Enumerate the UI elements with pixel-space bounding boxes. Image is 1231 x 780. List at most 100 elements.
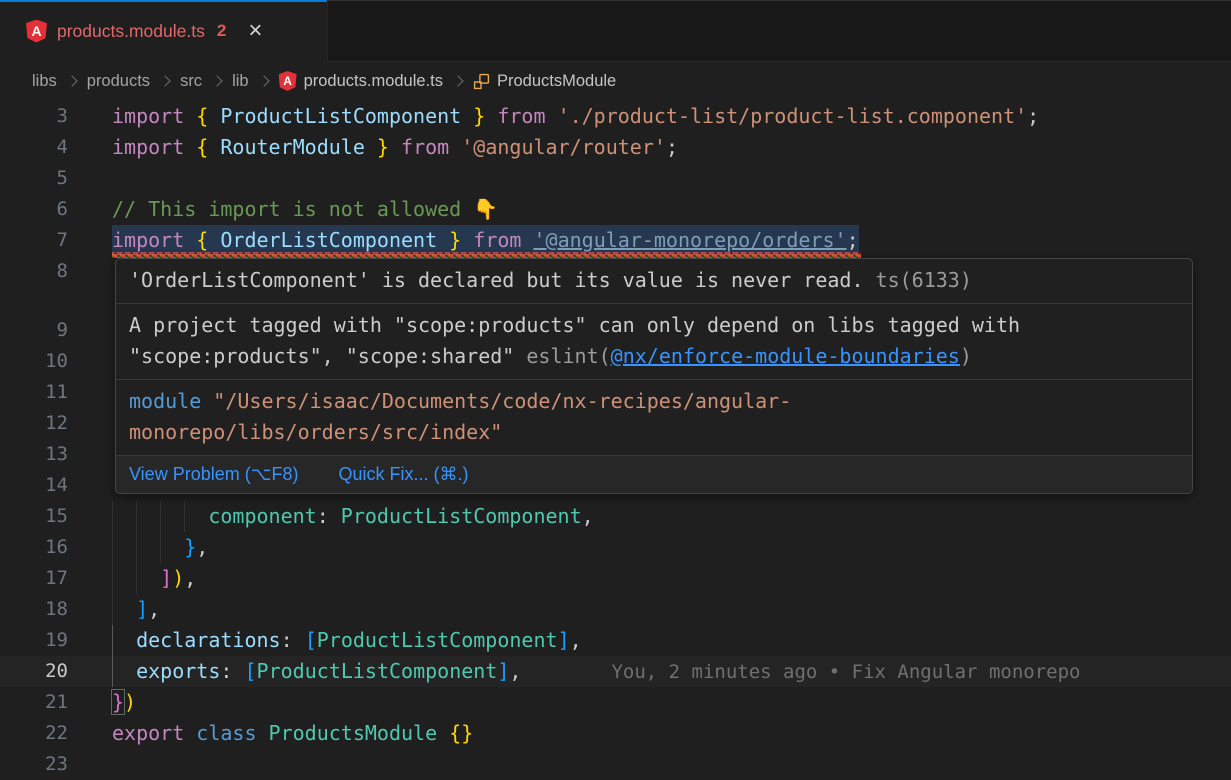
code-line[interactable]: 21}) (0, 687, 1231, 718)
code-line[interactable]: 16 }, (0, 532, 1231, 563)
code-token: ] (558, 628, 570, 652)
code-content: }, (112, 532, 1231, 563)
code-token: ] (160, 566, 172, 590)
indent-guide (112, 501, 113, 532)
code-line[interactable]: 5 (0, 163, 1231, 194)
code-token: } (437, 228, 461, 252)
eslint-message-line1: A project tagged with "scope:products" c… (129, 313, 1020, 337)
code-token: export (112, 721, 196, 745)
breadcrumb-item-src[interactable]: src (180, 72, 202, 91)
code-token: declarations (136, 628, 281, 652)
tab-bar: A products.module.ts 2 × (0, 0, 1231, 62)
code-line[interactable]: 22export class ProductsModule {} (0, 718, 1231, 749)
breadcrumb-item-lib[interactable]: lib (232, 72, 249, 91)
code-token: { (196, 104, 220, 128)
code-token: ] (136, 597, 148, 621)
code-token: from (485, 104, 557, 128)
line-number: 19 (0, 625, 112, 656)
tab-products-module[interactable]: A products.module.ts 2 × (0, 0, 328, 62)
code-line[interactable]: 20 exports: [ProductListComponent],You, … (0, 656, 1231, 687)
module-path-line2: monorepo/libs/orders/src/index" (129, 420, 502, 444)
code-content: import { RouterModule } from '@angular/r… (112, 132, 1231, 163)
code-token: , (582, 504, 594, 528)
line-number: 16 (0, 532, 112, 563)
code-token: , (509, 659, 521, 683)
eslint-source-open: eslint( (526, 344, 610, 368)
eslint-source-close: ) (960, 344, 972, 368)
indent-guide (160, 532, 161, 563)
line-number: 6 (0, 194, 112, 225)
tab-title: products.module.ts (57, 21, 205, 42)
chevron-right-icon (258, 75, 269, 86)
code-token: ] (497, 659, 509, 683)
vscode-window: A products.module.ts 2 × libs products s… (0, 0, 1231, 780)
indent-guide (112, 563, 113, 594)
code-token: ProductListComponent (341, 504, 582, 528)
code-content: ]), (112, 563, 1231, 594)
code-token: // This import is not allowed (112, 197, 473, 221)
line-number: 15 (0, 501, 112, 532)
line-number: 10 (0, 346, 112, 377)
eslint-message-line2: "scope:products", "scope:shared" (129, 344, 526, 368)
code-token: class (196, 721, 268, 745)
indent-guide (184, 501, 185, 532)
code-line[interactable]: 3import { ProductListComponent } from '.… (0, 101, 1231, 132)
chevron-right-icon (211, 75, 222, 86)
code-line[interactable]: 18 ], (0, 594, 1231, 625)
line-number: 13 (0, 439, 112, 470)
code-token: OrderListComponent (220, 228, 437, 252)
code-token: ; (666, 135, 678, 159)
code-token: ProductsModule (269, 721, 450, 745)
code-token: import (112, 135, 196, 159)
hover-diagnostic-ts: 'OrderListComponent' is declared but its… (116, 259, 1192, 304)
code-token: } (184, 535, 196, 559)
code-token: , (570, 628, 582, 652)
indent-guide (112, 656, 113, 687)
close-icon[interactable]: × (248, 19, 262, 43)
code-token: '@angular/router' (461, 135, 666, 159)
code-content: }) (112, 687, 1231, 718)
code-line[interactable]: 4import { RouterModule } from '@angular/… (0, 132, 1231, 163)
code-token (112, 535, 184, 559)
view-problem-button[interactable]: View Problem (⌥F8) (129, 460, 298, 489)
module-keyword: module (129, 389, 201, 413)
line-number: 21 (0, 687, 112, 718)
breadcrumb-item-libs[interactable]: libs (32, 72, 57, 91)
code-token: , (148, 597, 160, 621)
breadcrumb-item-symbol[interactable]: ProductsModule (473, 72, 616, 91)
code-token: ; (1027, 104, 1039, 128)
code-token: ) (124, 690, 136, 714)
code-content (112, 163, 1231, 194)
code-line[interactable]: 6// This import is not allowed 👇 (0, 194, 1231, 225)
code-line[interactable]: 15 component: ProductListComponent, (0, 501, 1231, 532)
code-token: ) (172, 566, 184, 590)
line-number: 14 (0, 470, 112, 501)
angular-icon: A (26, 20, 47, 43)
code-token: [ (305, 628, 317, 652)
code-line[interactable]: 17 ]), (0, 563, 1231, 594)
code-token: component (208, 504, 316, 528)
code-line[interactable]: 23 (0, 749, 1231, 780)
breadcrumb-item-file[interactable]: A products.module.ts (279, 71, 443, 91)
code-token: , (184, 566, 196, 590)
hover-diagnostic-eslint: A project tagged with "scope:products" c… (116, 304, 1192, 380)
code-content: // This import is not allowed 👇 (112, 194, 1231, 225)
code-token: RouterModule (220, 135, 365, 159)
quick-fix-button[interactable]: Quick Fix... (⌘.) (338, 460, 468, 489)
code-line[interactable]: 7import { OrderListComponent } from '@an… (0, 225, 1231, 256)
code-token: {} (449, 721, 473, 745)
code-token: : (281, 628, 305, 652)
angular-icon-letter: A (283, 74, 292, 88)
breadcrumb-item-products[interactable]: products (87, 72, 150, 91)
line-number: 9 (0, 315, 112, 346)
code-token: from (461, 228, 533, 252)
code-content: declarations: [ProductListComponent], (112, 625, 1231, 656)
eslint-rule-link[interactable]: @nx/enforce-module-boundaries (611, 344, 960, 368)
code-token: } (365, 135, 389, 159)
line-number: 11 (0, 377, 112, 408)
code-token: '@angular-monorepo/orders' (533, 228, 846, 252)
breadcrumb-file-label: products.module.ts (304, 72, 443, 91)
code-line[interactable]: 19 declarations: [ProductListComponent], (0, 625, 1231, 656)
breadcrumb-symbol-label: ProductsModule (497, 72, 616, 91)
line-number: 18 (0, 594, 112, 625)
